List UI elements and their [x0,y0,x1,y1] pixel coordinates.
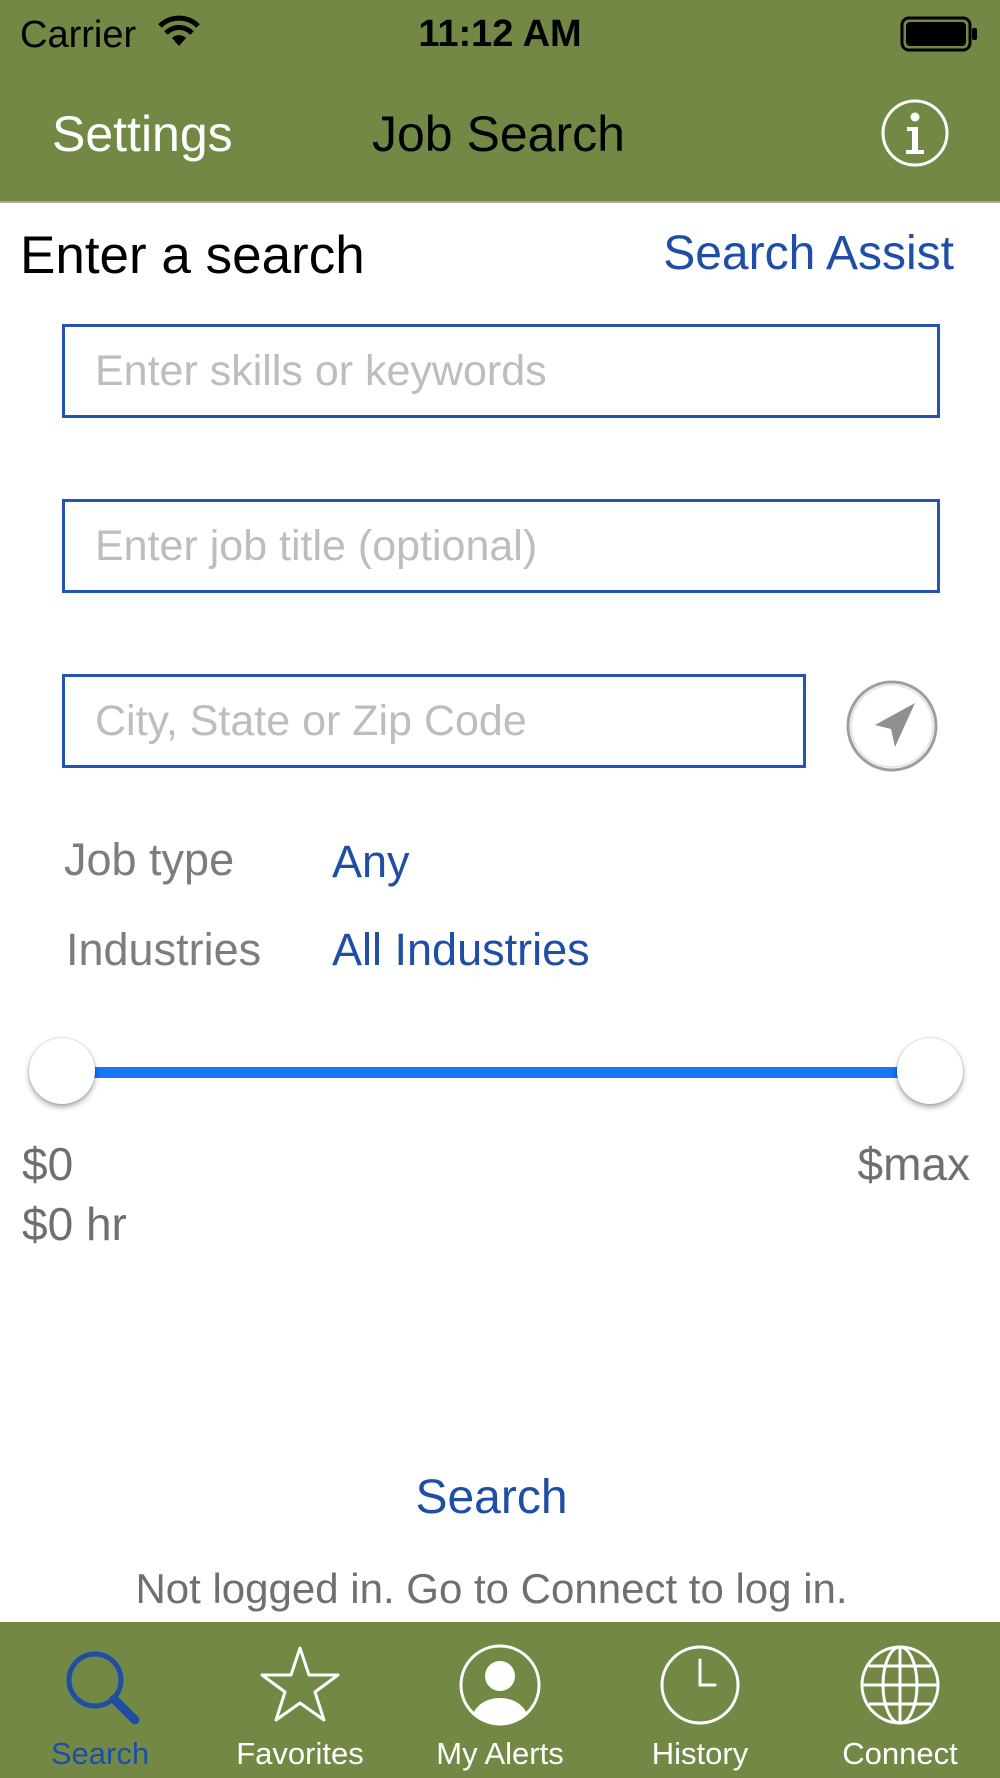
battery-icon [900,16,977,52]
search-icon [66,1651,140,1725]
tab-search[interactable]: Search [0,1622,200,1778]
industries-value[interactable]: All Industries [332,924,590,976]
settings-button[interactable]: Settings [52,105,233,163]
job-title-input[interactable]: Enter job title (optional) [62,499,940,593]
status-time: 11:12 AM [418,13,582,55]
tab-my-alerts[interactable]: My Alerts [400,1622,600,1778]
tab-label: History [651,1736,749,1771]
job-type-label: Job type [64,834,235,885]
search-button[interactable]: Search [0,1470,983,1525]
navigation-bar: Carrier 11:12 AM Settings Job Search [0,0,1000,203]
location-input[interactable]: City, State or Zip Code [62,674,806,768]
search-heading: Enter a search [20,226,365,285]
tab-label: My Alerts [436,1736,564,1771]
salary-hourly-label: $0 hr [22,1198,127,1250]
page-title: Job Search [372,106,625,162]
search-assist-link[interactable]: Search Assist [663,226,954,281]
slider-track [62,1067,932,1078]
job-type-value[interactable]: Any [332,836,410,888]
tab-history[interactable]: History [600,1622,800,1778]
tab-connect[interactable]: Connect [800,1622,1000,1778]
tab-favorites[interactable]: Favorites [200,1622,400,1778]
tab-label: Connect [842,1736,958,1771]
info-icon[interactable] [880,98,950,168]
slider-max-handle[interactable] [897,1038,963,1104]
clock-icon [660,1645,740,1725]
status-bar: Carrier 11:12 AM [0,0,1000,70]
salary-max-label: $max [857,1138,970,1190]
location-arrow-icon[interactable] [845,679,939,773]
tab-label: Favorites [236,1736,364,1771]
industries-label: Industries [66,924,262,975]
globe-icon [860,1645,940,1725]
login-status-message: Not logged in. Go to Connect to log in. [135,1565,848,1612]
salary-min-label: $0 [22,1138,74,1190]
star-icon [260,1646,340,1722]
tab-bar: Search Favorites My Alerts History Conne… [0,1622,1000,1778]
tab-label: Search [50,1736,150,1771]
slider-min-handle[interactable] [29,1038,95,1104]
user-icon [459,1644,541,1726]
keywords-input[interactable]: Enter skills or keywords [62,324,940,418]
